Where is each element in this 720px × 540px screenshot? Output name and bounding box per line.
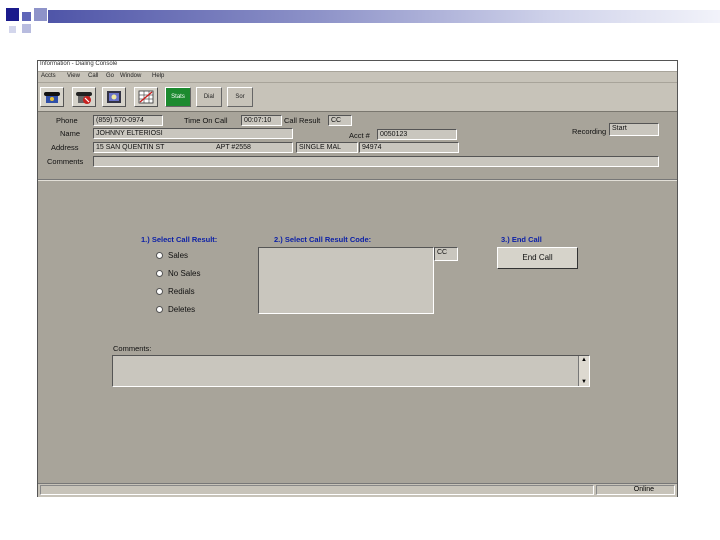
zip-field[interactable]: 94974 (359, 142, 459, 153)
hangup-icon (76, 92, 92, 104)
menu-bar: Accts View Call Go Window Help (38, 72, 677, 82)
comments-header-label: Comments (47, 157, 84, 166)
menu-help[interactable]: Help (152, 73, 164, 79)
scroll-up-icon[interactable]: ▲ (581, 357, 587, 363)
callback-button[interactable] (102, 87, 126, 107)
radio-sales-label: Sales (168, 251, 189, 260)
radio-no-sales[interactable] (156, 270, 163, 277)
menu-window[interactable]: Window (120, 73, 141, 79)
comments-textarea[interactable]: ▲ ▼ (112, 355, 590, 387)
time-on-call-label: Time On Call (184, 116, 228, 125)
menu-go[interactable]: Go (106, 73, 114, 79)
phone-label: Phone (56, 116, 78, 125)
comments-label: Comments: (113, 344, 152, 353)
street-value: 15 SAN QUENTIN ST (96, 144, 165, 151)
decor-square (9, 26, 16, 33)
city-field[interactable]: SINGLE MAL (296, 142, 358, 153)
hangup-button[interactable] (72, 87, 96, 107)
menu-accts[interactable]: Accts (41, 73, 56, 79)
radio-sales[interactable] (156, 252, 163, 259)
recording-field[interactable]: Start (609, 123, 659, 136)
apt-value: APT #2558 (216, 144, 251, 151)
radio-no-sales-label: No Sales (168, 269, 201, 278)
radio-deletes[interactable] (156, 306, 163, 313)
window-title: Information - Dialing Console (40, 61, 118, 67)
scroll-down-icon[interactable]: ▼ (581, 379, 587, 385)
step3-label: 3.) End Call (501, 235, 542, 244)
callback-icon (107, 91, 121, 103)
schedule-button[interactable] (134, 87, 158, 107)
toolbar-button-2[interactable]: Dial (196, 87, 222, 107)
decor-square (34, 8, 47, 21)
radio-redials[interactable] (156, 288, 163, 295)
decor-square (6, 8, 19, 21)
decor-gradient-bar (48, 10, 720, 23)
address-label: Address (51, 143, 79, 152)
separator (38, 180, 677, 181)
call-result-label: Call Result (284, 116, 321, 125)
address-field[interactable]: 15 SAN QUENTIN ST APT #2558 (93, 142, 293, 153)
result-code-list[interactable] (258, 247, 434, 314)
toolbar: Stats Dial Sor (38, 83, 677, 112)
stats-button[interactable]: Stats (165, 87, 191, 107)
acct-label: Acct # (349, 131, 370, 140)
acct-field: 0050123 (377, 129, 457, 140)
result-code-field: CC (434, 247, 458, 261)
decor-square (22, 12, 31, 21)
status-message-panel (40, 485, 594, 495)
title-bar: Information - Dialing Console (38, 61, 677, 71)
status-bar: Online (38, 483, 677, 497)
toolbar-button-3[interactable]: Sor (227, 87, 253, 107)
step2-label: 2.) Select Call Result Code: (274, 235, 372, 244)
comments-scrollbar[interactable]: ▲ ▼ (578, 356, 589, 386)
radio-deletes-label: Deletes (168, 305, 196, 314)
call-result-field: CC (328, 115, 352, 126)
recording-label: Recording (572, 127, 607, 136)
name-field[interactable]: JOHNNY ELTERIOSI (93, 128, 293, 139)
app-window: Information - Dialing Console Accts View… (37, 60, 678, 497)
status-mode: Online (596, 485, 675, 495)
header-comments-field[interactable] (93, 156, 659, 167)
menu-call[interactable]: Call (88, 73, 98, 79)
name-label: Name (60, 129, 81, 138)
schedule-icon (138, 90, 154, 104)
dial-phone-button[interactable] (40, 87, 64, 107)
phone-field[interactable]: (859) 570-0974 (93, 115, 163, 126)
menu-view[interactable]: View (67, 73, 80, 79)
dial-phone-icon (44, 92, 60, 103)
end-call-button[interactable]: End Call (497, 247, 578, 269)
decor-square (22, 24, 31, 33)
time-on-call-field: 00:07:10 (241, 115, 282, 126)
radio-redials-label: Redials (168, 287, 195, 296)
step1-label: 1.) Select Call Result: (141, 235, 218, 244)
